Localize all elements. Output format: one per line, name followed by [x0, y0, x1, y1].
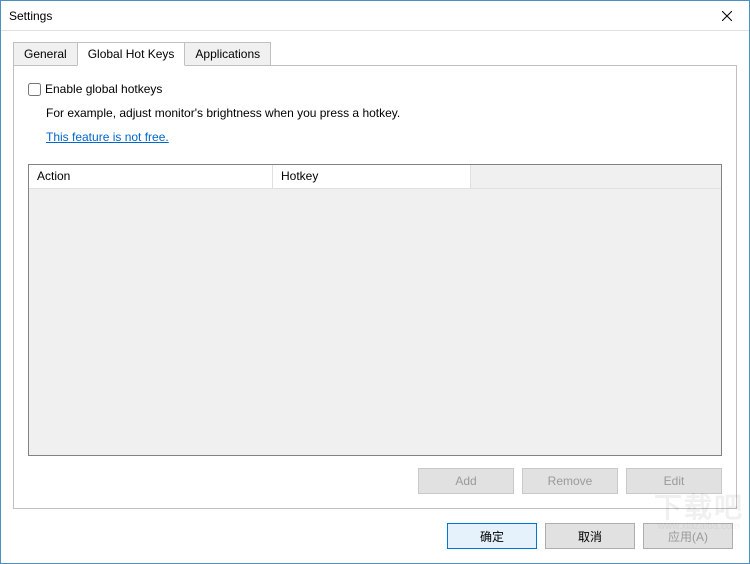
- column-hotkey[interactable]: Hotkey: [273, 165, 471, 189]
- hotkeys-table[interactable]: Action Hotkey: [28, 164, 722, 456]
- tab-general[interactable]: General: [13, 42, 78, 65]
- column-action[interactable]: Action: [29, 165, 273, 189]
- tabs-bar: General Global Hot Keys Applications: [13, 41, 737, 65]
- add-button[interactable]: Add: [418, 468, 514, 494]
- edit-button[interactable]: Edit: [626, 468, 722, 494]
- table-header: Action Hotkey: [29, 165, 721, 189]
- enable-hotkeys-checkbox[interactable]: [28, 83, 41, 96]
- tab-applications[interactable]: Applications: [184, 42, 271, 65]
- content-area: General Global Hot Keys Applications Ena…: [1, 31, 749, 509]
- cancel-button[interactable]: 取消: [545, 523, 635, 549]
- tab-panel: Enable global hotkeys For example, adjus…: [13, 65, 737, 509]
- window-title: Settings: [9, 9, 704, 23]
- settings-window: Settings General Global Hot Keys Applica…: [0, 0, 750, 564]
- close-icon: [722, 11, 732, 21]
- enable-hotkeys-label[interactable]: Enable global hotkeys: [45, 82, 162, 96]
- not-free-link[interactable]: This feature is not free.: [46, 130, 722, 144]
- titlebar: Settings: [1, 1, 749, 31]
- dialog-footer: 确定 取消 应用(A): [1, 509, 749, 563]
- remove-button[interactable]: Remove: [522, 468, 618, 494]
- column-spacer: [471, 165, 721, 189]
- apply-button[interactable]: 应用(A): [643, 523, 733, 549]
- enable-hotkeys-row: Enable global hotkeys: [28, 82, 722, 96]
- ok-button[interactable]: 确定: [447, 523, 537, 549]
- table-buttons: Add Remove Edit: [28, 468, 722, 494]
- close-button[interactable]: [704, 1, 749, 30]
- hotkeys-description: For example, adjust monitor's brightness…: [46, 106, 722, 120]
- tab-global-hot-keys[interactable]: Global Hot Keys: [77, 42, 186, 66]
